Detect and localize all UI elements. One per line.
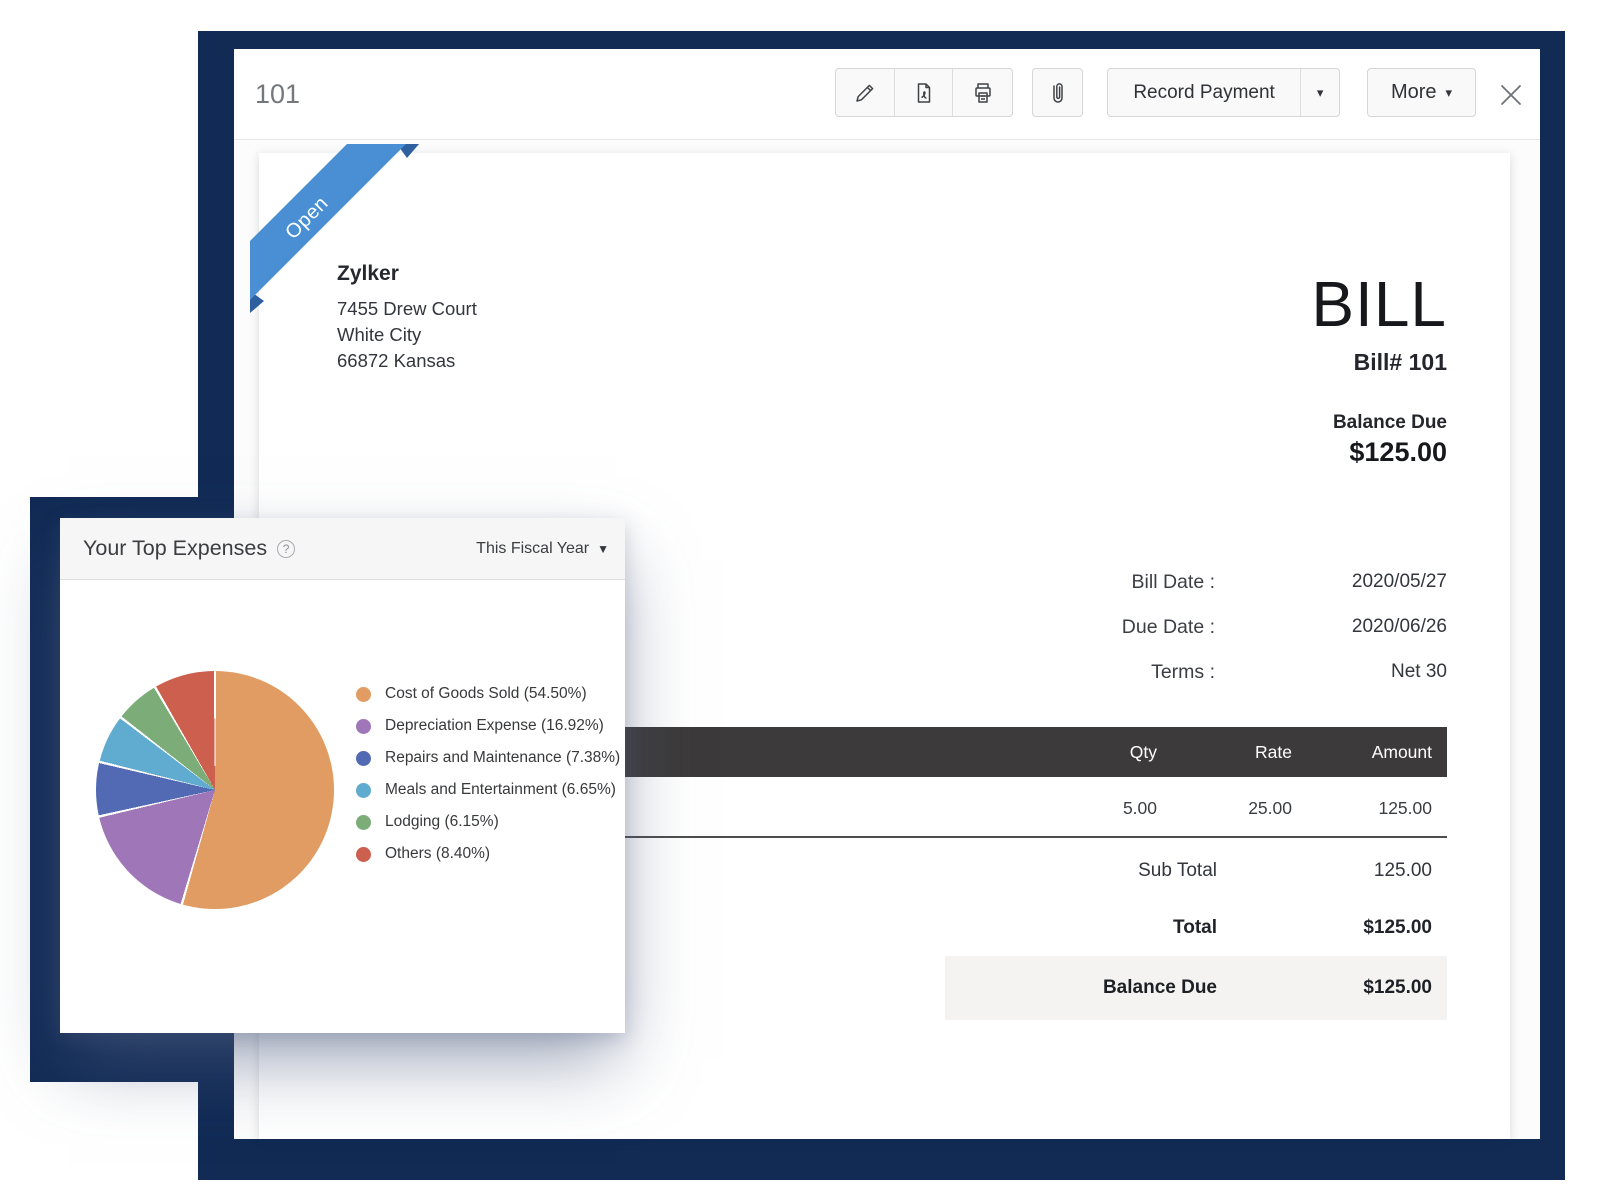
top-expenses-header: Your Top Expenses ? This Fiscal Year ▼ <box>60 518 625 580</box>
balance-due-row-value: $125.00 <box>1363 956 1432 1020</box>
vendor-block: Zylker 7455 Drew Court White City 66872 … <box>337 259 477 374</box>
legend-color-dot <box>356 847 371 862</box>
attachment-button[interactable] <box>1032 68 1083 117</box>
record-payment-label: Record Payment <box>1108 69 1300 116</box>
due-date-value: 2020/06/26 <box>1352 612 1447 642</box>
total-label: Total <box>1173 913 1217 943</box>
legend-label: Repairs and Maintenance (7.38%) <box>385 749 620 767</box>
legend-label: Lodging (6.15%) <box>385 813 499 831</box>
caret-down-icon: ▾ <box>1446 86 1453 99</box>
legend-label: Others (8.40%) <box>385 845 490 863</box>
legend-item: Others (8.40%) <box>356 838 620 870</box>
due-date-label: Due Date : <box>1122 612 1215 642</box>
caret-down-icon: ▼ <box>597 543 609 555</box>
sub-total-label: Sub Total <box>1138 856 1217 886</box>
legend-label: Cost of Goods Sold (54.50%) <box>385 685 587 703</box>
terms-label: Terms : <box>1151 657 1215 687</box>
legend-color-dot <box>356 719 371 734</box>
balance-due-label: Balance Due <box>1311 410 1447 435</box>
qty-column-header: Qty <box>1130 727 1157 777</box>
legend-label: Meals and Entertainment (6.65%) <box>385 781 616 799</box>
legend-label: Depreciation Expense (16.92%) <box>385 717 604 735</box>
rate-column-header: Rate <box>1255 727 1292 777</box>
caret-down-icon: ▾ <box>1317 86 1324 99</box>
legend-color-dot <box>356 751 371 766</box>
more-label: More <box>1391 81 1437 104</box>
legend-color-dot <box>356 815 371 830</box>
legend-item: Repairs and Maintenance (7.38%) <box>356 742 620 774</box>
top-expenses-title: Your Top Expenses <box>83 536 267 561</box>
bill-date-value: 2020/05/27 <box>1352 567 1447 597</box>
sub-total-value: 125.00 <box>1374 856 1432 886</box>
bill-number: Bill# 101 <box>1311 347 1447 377</box>
legend-color-dot <box>356 687 371 702</box>
vendor-address-line: 66872 Kansas <box>337 348 477 374</box>
bill-toolbar: 101 <box>234 49 1540 140</box>
paperclip-icon <box>1047 80 1069 106</box>
vendor-name: Zylker <box>337 259 477 289</box>
expenses-pie-chart[interactable] <box>96 671 334 909</box>
bill-number-title: 101 <box>255 49 300 140</box>
print-button[interactable] <box>953 69 1012 116</box>
balance-due-row: Balance Due $125.00 <box>945 956 1447 1020</box>
period-selector[interactable]: This Fiscal Year ▼ <box>476 540 609 558</box>
more-button[interactable]: More ▾ <box>1367 68 1476 117</box>
total-value: $125.00 <box>1363 913 1432 943</box>
legend-item: Lodging (6.15%) <box>356 806 620 838</box>
close-button[interactable] <box>1498 82 1524 108</box>
document-title: BILL <box>1311 271 1447 337</box>
item-amount: 125.00 <box>1378 783 1432 833</box>
top-expenses-card: Your Top Expenses ? This Fiscal Year ▼ C… <box>60 518 625 1033</box>
edit-button[interactable] <box>836 69 895 116</box>
record-payment-button[interactable]: Record Payment ▾ <box>1107 68 1340 117</box>
period-selector-label: This Fiscal Year <box>476 540 589 558</box>
terms-value: Net 30 <box>1391 657 1447 687</box>
amount-column-header: Amount <box>1372 727 1432 777</box>
x-icon <box>1498 82 1524 108</box>
legend-color-dot <box>356 783 371 798</box>
pdf-file-icon <box>912 81 936 105</box>
balance-due-row-label: Balance Due <box>1103 956 1217 1020</box>
bill-date-label: Bill Date : <box>1132 567 1215 597</box>
printer-icon <box>971 81 995 105</box>
legend-item: Meals and Entertainment (6.65%) <box>356 774 620 806</box>
document-header: BILL Bill# 101 Balance Due $125.00 <box>1311 271 1447 469</box>
balance-due-value: $125.00 <box>1311 435 1447 469</box>
pencil-icon <box>853 81 877 105</box>
expenses-legend: Cost of Goods Sold (54.50%) Depreciation … <box>356 678 620 870</box>
legend-item: Depreciation Expense (16.92%) <box>356 710 620 742</box>
item-rate: 25.00 <box>1248 783 1292 833</box>
record-payment-dropdown[interactable]: ▾ <box>1300 69 1339 116</box>
vendor-address-line: White City <box>337 322 477 348</box>
vendor-address-line: 7455 Drew Court <box>337 296 477 322</box>
help-icon[interactable]: ? <box>277 540 295 558</box>
legend-item: Cost of Goods Sold (54.50%) <box>356 678 620 710</box>
toolbar-button-group <box>835 68 1013 117</box>
pdf-button[interactable] <box>895 69 954 116</box>
item-qty: 5.00 <box>1123 783 1157 833</box>
